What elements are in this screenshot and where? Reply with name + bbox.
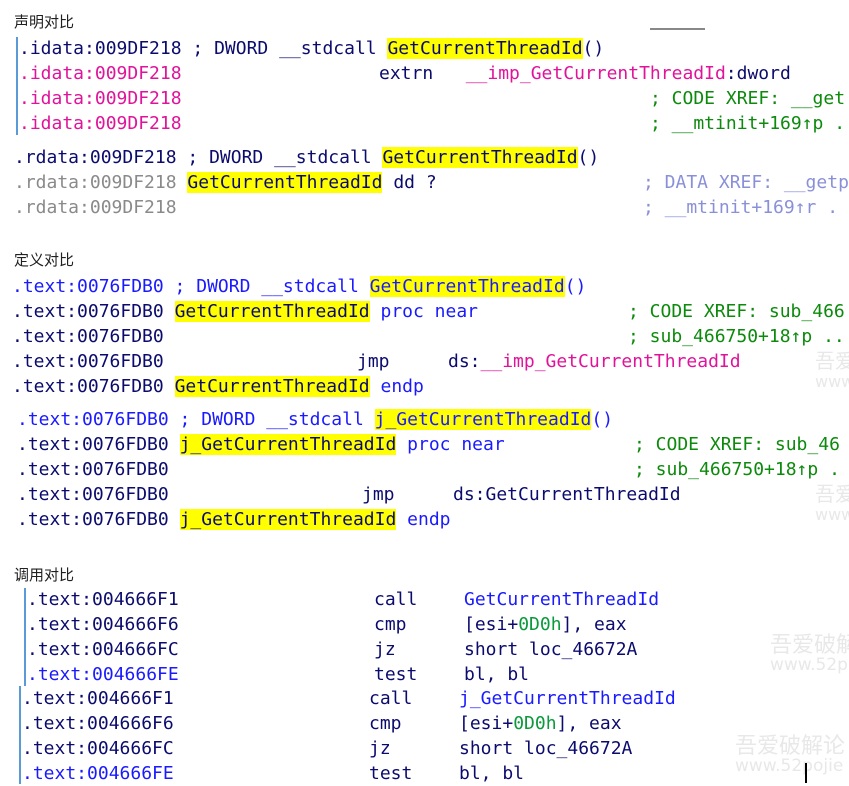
watermark-text: 吾爱 — [815, 349, 849, 373]
disasm-line[interactable]: .text:0076FDB0 — [17, 457, 169, 482]
disasm-line[interactable]: .text:0076FDB0 — [17, 482, 169, 507]
disasm-line[interactable]: .text:0076FDB0 ; DWORD __stdcall GetCurr… — [12, 274, 586, 299]
disasm-line[interactable]: .text:004666F1 — [22, 686, 174, 711]
operand[interactable]: short loc_46672A — [464, 637, 637, 662]
watermark-text: www.52pojie — [735, 756, 844, 776]
operand[interactable]: ds:GetCurrentThreadId — [453, 482, 681, 507]
mnemonic: cmp — [374, 614, 407, 635]
operand[interactable]: bl, bl — [464, 662, 529, 687]
disasm-line[interactable]: .rdata:009DF218 GetCurrentThreadId dd ? — [14, 170, 437, 195]
xref-comment: ; DATA XREF: __getp — [643, 172, 849, 193]
disasm-line[interactable]: .idata:009DF218 — [19, 111, 182, 136]
xref-comment: ; sub_466750+18↑p . — [634, 459, 840, 480]
disasm-line[interactable]: .text:0076FDB0 — [12, 349, 164, 374]
operand[interactable]: GetCurrentThreadId — [464, 587, 659, 612]
operand[interactable]: [esi+0D0h], eax — [464, 612, 627, 637]
operand[interactable]: [esi+0D0h], eax — [459, 711, 622, 736]
cropped-artifact — [650, 28, 705, 30]
disasm-line[interactable]: .text:004666F6 — [22, 711, 174, 736]
disasm-line[interactable]: .text:0076FDB0 j_GetCurrentThreadId endp — [17, 507, 451, 532]
section-heading-call: 调用对比 — [14, 566, 75, 584]
operand[interactable]: bl, bl — [459, 761, 524, 786]
section-heading-definition: 定义对比 — [14, 251, 75, 269]
xref-comment: ; CODE XREF: sub_46 — [634, 434, 840, 455]
disasm-line[interactable]: .idata:009DF218 — [19, 61, 182, 86]
selection-bar — [16, 37, 18, 135]
disasm-line[interactable]: .text:004666FE — [27, 662, 179, 687]
operand[interactable]: ds:__imp_GetCurrentThreadId — [448, 349, 741, 374]
section-heading-declaration: 声明对比 — [14, 13, 75, 31]
disasm-line[interactable]: .idata:009DF218 — [19, 86, 182, 111]
disasm-line[interactable]: .text:004666F1 — [27, 587, 179, 612]
disasm-line[interactable]: .text:004666F6 — [27, 612, 179, 637]
disasm-line[interactable]: .rdata:009DF218 — [14, 195, 177, 220]
mnemonic: test — [374, 664, 418, 685]
disasm-line[interactable]: .text:004666FE — [22, 761, 174, 786]
disasm-line[interactable]: .text:0076FDB0 GetCurrentThreadId endp — [12, 374, 424, 399]
xref-comment: ; CODE XREF: sub_466 — [628, 301, 845, 322]
disasm-line[interactable]: .text:004666FC — [22, 736, 174, 761]
disasm-line[interactable]: .text:0076FDB0 GetCurrentThreadId proc n… — [12, 299, 478, 324]
disasm-line[interactable]: .rdata:009DF218 ; DWORD __stdcall GetCur… — [14, 145, 599, 170]
text-cursor — [805, 763, 807, 783]
mnemonic: call — [369, 688, 413, 709]
watermark-text: www — [815, 505, 849, 524]
extrn-directive[interactable]: extrn __imp_GetCurrentThreadId:dword — [379, 61, 791, 86]
xref-comment: ; sub_466750+18↑p .. — [628, 326, 845, 347]
disasm-line[interactable]: .idata:009DF218 ; DWORD __stdcall GetCur… — [19, 36, 604, 61]
selection-bar — [24, 588, 26, 686]
disasm-line[interactable]: .text:0076FDB0 — [12, 324, 164, 349]
disasm-line[interactable]: .text:0076FDB0 ; DWORD __stdcall j_GetCu… — [17, 407, 613, 432]
mnemonic: call — [374, 589, 418, 610]
mnemonic: jmp — [362, 484, 395, 505]
mnemonic: jmp — [357, 351, 390, 372]
xref-comment: ; __mtinit+169↑p .. — [650, 113, 849, 134]
mnemonic: jz — [369, 738, 391, 759]
disasm-line[interactable]: .text:004666FC — [27, 637, 179, 662]
selection-bar — [19, 686, 21, 784]
watermark-text: 吾爱 — [815, 482, 849, 506]
xref-comment: ; __mtinit+169↑r . — [643, 197, 839, 218]
mnemonic: cmp — [369, 713, 402, 734]
operand[interactable]: j_GetCurrentThreadId — [459, 686, 676, 711]
mnemonic: test — [369, 763, 413, 784]
disasm-line[interactable]: .text:0076FDB0 j_GetCurrentThreadId proc… — [17, 432, 505, 457]
xref-comment: ; CODE XREF: __get — [650, 88, 846, 109]
watermark-text: www.52p — [770, 655, 848, 675]
mnemonic: jz — [374, 639, 396, 660]
operand[interactable]: short loc_46672A — [459, 736, 632, 761]
watermark-text: www — [815, 372, 849, 391]
